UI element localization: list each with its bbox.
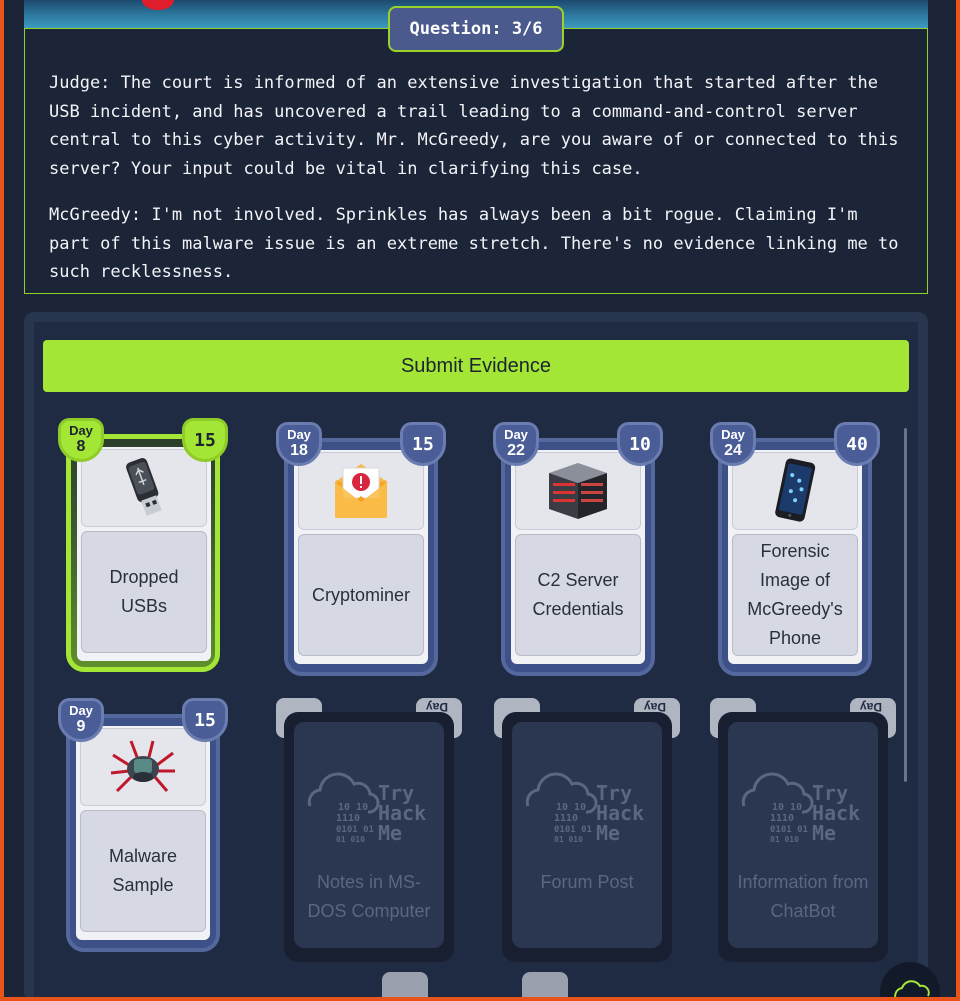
card-title: C2 Server Credentials: [515, 534, 641, 656]
logo-binary-2: 1110: [554, 813, 578, 824]
day-label: Day: [504, 427, 528, 442]
locked-card-title: Notes in MS-DOS Computer: [307, 872, 431, 921]
phone-icon: [775, 458, 816, 522]
points-badge: 10: [617, 422, 663, 466]
tryhackme-logo-icon: 10 10 1110 0101 01 01 010 Try Hack Me: [741, 772, 860, 845]
logo-me: Me: [596, 821, 620, 845]
points-badge: 15: [400, 422, 446, 466]
locked-card-body: 10 10 1110 0101 01 01 010 Try Hack Me Fo…: [502, 712, 672, 962]
logo-binary-3: 0101 01: [554, 825, 592, 835]
card-inner: Cryptominer: [294, 450, 428, 664]
locked-card-title: Forum Post: [540, 872, 634, 892]
evidence-card-dropped-usbs[interactable]: Dropped USBs Day 8 15: [58, 418, 228, 674]
logo-binary-2: 1110: [770, 813, 794, 824]
evidence-card-cryptominer[interactable]: Cryptominer Day 18 15: [276, 422, 446, 678]
next-row-tab: [382, 972, 428, 997]
next-row-tab: [522, 972, 568, 997]
day-badge: Day 18: [276, 422, 322, 466]
logo-binary-4: 01 010: [336, 835, 365, 844]
tryhackme-logo-icon: 10 10 1110 0101 01 01 010 Try Hack Me: [525, 772, 644, 845]
game-frame: Question: 3/6 Judge: The court is inform…: [4, 0, 956, 997]
day-label: Day: [69, 703, 93, 718]
server-icon: [549, 463, 607, 519]
dialog-box: Judge: The court is informed of an exten…: [24, 28, 928, 294]
question-counter: Question: 3/6: [388, 6, 564, 52]
locked-card-inner: 10 10 1110 0101 01 01 010 Try Hack Me No…: [294, 722, 444, 948]
chat-cloud-icon: [894, 980, 930, 997]
submit-evidence-button[interactable]: Submit Evidence: [43, 340, 909, 392]
card-image: [732, 452, 858, 530]
logo-binary-1: 10 10: [338, 802, 368, 813]
mcgreedy-dialog: McGreedy: I'm not involved. Sprinkles ha…: [49, 205, 899, 282]
judge-dialog: Judge: The court is informed of an exten…: [49, 73, 899, 179]
card-title: Malware Sample: [80, 810, 206, 932]
locked-card-forum-post: Day 10 10 1110 0101 01 01 010 Try Hack M…: [494, 698, 680, 962]
evidence-scrollbar[interactable]: [904, 428, 907, 782]
card-title: Forensic Image of McGreedy's Phone: [732, 534, 858, 656]
day-badge: Day 24: [710, 422, 756, 466]
red-dot: [142, 0, 174, 10]
day-number: 8: [76, 438, 86, 455]
points-badge: 15: [182, 698, 228, 742]
tryhackme-logo-icon: 10 10 1110 0101 01 01 010 Try Hack Me: [307, 772, 426, 845]
card-image: [80, 728, 206, 806]
card-inner: Forensic Image of McGreedy's Phone: [728, 450, 862, 664]
card-body: C2 Server Credentials: [501, 438, 655, 676]
usb-drive-icon: [126, 458, 162, 516]
evidence-card-malware-sample[interactable]: Malware Sample Day 9 15: [58, 698, 228, 954]
evidence-card-c2-server[interactable]: C2 Server Credentials Day 22 10: [493, 422, 663, 678]
day-badge: Day 8: [58, 418, 104, 462]
logo-me: Me: [812, 821, 836, 845]
day-label: Day: [69, 423, 93, 438]
logo-binary-4: 01 010: [554, 835, 583, 844]
logo-binary-3: 0101 01: [336, 825, 374, 835]
day-number: 18: [290, 442, 308, 459]
day-badge: Day 22: [493, 422, 539, 466]
card-body: Forensic Image of McGreedy's Phone: [718, 438, 872, 676]
day-number: 24: [724, 442, 742, 459]
day-number: 22: [507, 442, 525, 459]
locked-card-body: 10 10 1110 0101 01 01 010 Try Hack Me In…: [718, 712, 888, 962]
email-alert-icon: [335, 464, 387, 518]
locked-card-inner: 10 10 1110 0101 01 01 010 Try Hack Me Fo…: [512, 722, 662, 948]
points-badge: 15: [182, 418, 228, 462]
evidence-card-forensic-image[interactable]: Forensic Image of McGreedy's Phone Day 2…: [710, 422, 880, 678]
card-image: [515, 452, 641, 530]
logo-binary-2: 1110: [336, 813, 360, 824]
locked-card-inner: 10 10 1110 0101 01 01 010 Try Hack Me In…: [728, 722, 878, 948]
locked-card-chatbot-info: Day 10 10 1110 0101 01 01 010 Try Hack M…: [710, 698, 896, 962]
card-title: Dropped USBs: [81, 531, 207, 653]
points-badge: 40: [834, 422, 880, 466]
logo-binary-4: 01 010: [770, 835, 799, 844]
malware-bug-icon: [110, 740, 175, 793]
day-label: Day: [721, 427, 745, 442]
logo-binary-1: 10 10: [772, 802, 802, 813]
card-image: [81, 449, 207, 527]
day-label: Day: [287, 427, 311, 442]
logo-me: Me: [378, 821, 402, 845]
card-body: Cryptominer: [284, 438, 438, 676]
card-body: Dropped USBs: [66, 434, 220, 672]
card-inner: C2 Server Credentials: [511, 450, 645, 664]
logo-binary-1: 10 10: [556, 802, 586, 813]
logo-binary-3: 0101 01: [770, 825, 808, 835]
day-number: 9: [76, 718, 86, 735]
card-body: Malware Sample: [66, 714, 220, 952]
locked-card-body: 10 10 1110 0101 01 01 010 Try Hack Me No…: [284, 712, 454, 962]
card-inner: Malware Sample: [76, 726, 210, 940]
card-title: Cryptominer: [298, 534, 424, 656]
card-image: [298, 452, 424, 530]
locked-card-ms-dos-notes: Day 10 10 1110 0101 01 01 010 Try Hack M…: [276, 698, 462, 962]
card-inner: Dropped USBs: [77, 447, 211, 661]
locked-card-title: Information from ChatBot: [737, 872, 869, 921]
day-badge: Day 9: [58, 698, 104, 742]
